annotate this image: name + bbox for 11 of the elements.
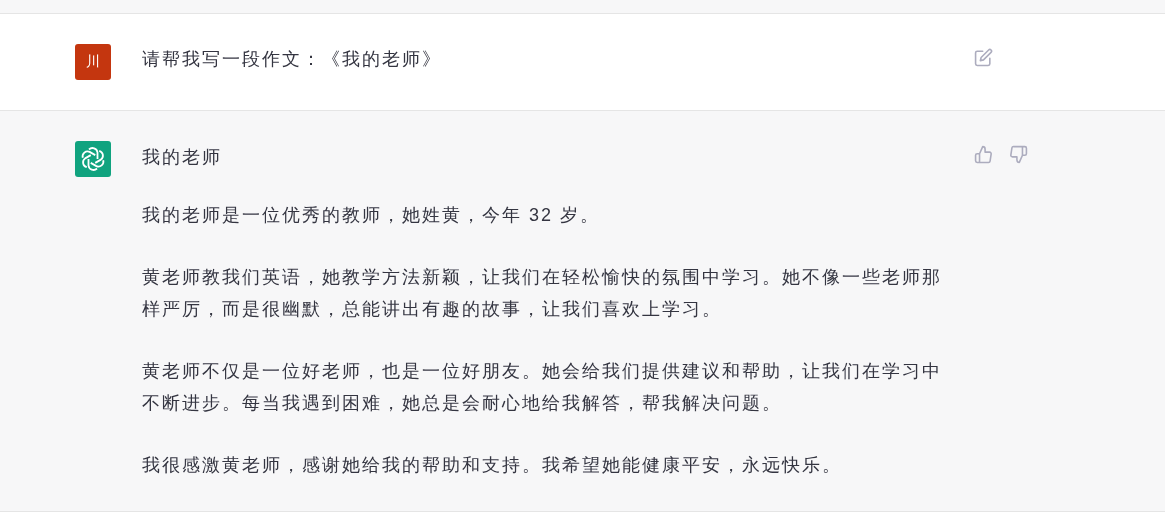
answer-paragraph: 黄老师不仅是一位好老师，也是一位好朋友。她会给我们提供建议和帮助，让我们在学习中不断进步。每当我遇到困难，她总是会耐心地给我解答，帮我解决问题。: [142, 360, 943, 415]
user-message: 请帮我写一段作文：《我的老师》: [142, 48, 443, 71]
answer-paragraph: 黄老师教我们英语，她教学方法新颖，让我们在轻松愉快的氛围中学习。她不像一些老师那样严厉，而是很幽默，总能讲出有趣的故事，让我们喜欢上学习。: [142, 266, 943, 321]
thumbs-down-icon[interactable]: [1009, 145, 1028, 164]
thumbs-up-icon[interactable]: [974, 145, 993, 164]
user-avatar: 川: [75, 44, 111, 80]
answer-paragraph: 我的老师是一位优秀的教师，她姓黄，今年 32 岁。: [142, 204, 602, 227]
openai-logo-icon: [80, 146, 106, 172]
edit-icon[interactable]: [974, 48, 993, 67]
answer-paragraph: 我很感激黄老师，感谢她给我的帮助和支持。我希望她能健康平安，永远快乐。: [142, 454, 843, 477]
answer-title: 我的老师: [142, 146, 223, 169]
